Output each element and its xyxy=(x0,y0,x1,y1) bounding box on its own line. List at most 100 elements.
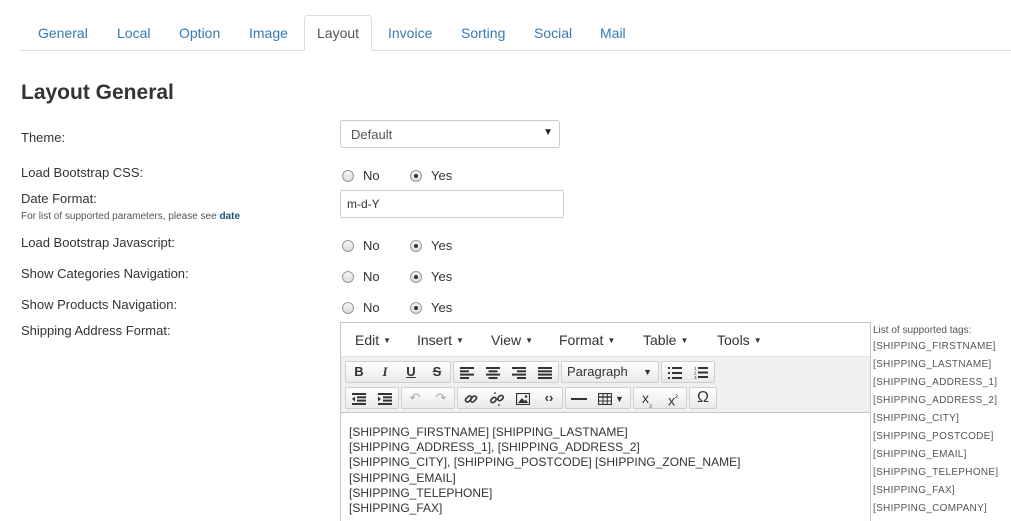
align-right-icon[interactable] xyxy=(506,362,532,382)
tag-item: [SHIPPING_COMPANY] xyxy=(873,503,988,514)
content-line: [SHIPPING_EMAIL] xyxy=(349,470,456,485)
tag-item: [SHIPPING_POSTCODE] xyxy=(873,431,994,442)
content-line: [SHIPPING_FIRSTNAME] [SHIPPING_LASTNAME] xyxy=(349,425,628,439)
load-bootstrap-css-label: Load Bootstrap CSS: xyxy=(21,165,144,180)
caret-down-icon: ▼ xyxy=(525,336,534,345)
caret-down-icon: ▼ xyxy=(643,367,652,377)
tag-item: [SHIPPING_LASTNAME] xyxy=(873,359,992,370)
shipping-address-editor: Edit ▼ Insert ▼ View ▼ Format ▼ Table ▼ Tools… xyxy=(340,322,871,521)
caret-down-icon: ▼ xyxy=(383,336,392,345)
svg-text:3: 3 xyxy=(694,375,697,379)
tab-local[interactable]: Local xyxy=(105,15,162,51)
radio-checked-icon xyxy=(410,170,422,182)
editor-content[interactable]: [SHIPPING_FIRSTNAME] [SHIPPING_LASTNAME]… xyxy=(349,425,740,516)
menu-tools[interactable]: Tools ▼ xyxy=(717,332,762,348)
caret-down-icon: ▼ xyxy=(607,336,616,345)
radio-icon xyxy=(342,302,354,314)
tab-sorting[interactable]: Sorting xyxy=(449,15,517,51)
menu-insert[interactable]: Insert ▼ xyxy=(417,332,464,348)
strikethrough-icon[interactable]: S xyxy=(424,362,450,382)
theme-select[interactable]: Default ▼ xyxy=(340,120,560,148)
load-bootstrap-js-label: Load Bootstrap Javascript: xyxy=(21,235,175,250)
script-group: x₂ x² xyxy=(633,387,687,409)
menu-format[interactable]: Format ▼ xyxy=(559,332,615,348)
special-character-icon[interactable]: Ω xyxy=(690,388,716,408)
theme-label: Theme: xyxy=(21,130,66,145)
caret-down-icon: ▼ xyxy=(456,336,464,345)
tab-image[interactable]: Image xyxy=(237,15,300,51)
tab-invoice[interactable]: Invoice xyxy=(376,15,444,51)
chevron-down-icon: ▼ xyxy=(543,127,553,138)
menu-edit[interactable]: Edit ▼ xyxy=(355,332,391,348)
table-icon[interactable]: ▼ xyxy=(592,388,630,408)
tag-item: [SHIPPING_TELEPHONE] xyxy=(873,467,999,478)
align-left-icon[interactable] xyxy=(454,362,480,382)
date-docs-link[interactable]: date xyxy=(219,211,240,222)
radio-checked-icon xyxy=(410,302,422,314)
caret-down-icon: ▼ xyxy=(680,336,689,345)
align-center-icon[interactable] xyxy=(480,362,506,382)
bold-icon[interactable]: B xyxy=(346,362,372,382)
date-format-label: Date Format: xyxy=(21,191,97,206)
caret-down-icon: ▼ xyxy=(615,394,624,404)
link-icon[interactable] xyxy=(458,388,484,408)
tab-social[interactable]: Social xyxy=(522,15,584,51)
unlink-icon[interactable] xyxy=(484,388,510,408)
content-line: [SHIPPING_TELEPHONE] xyxy=(349,485,493,500)
editor-menubar: Edit ▼ Insert ▼ View ▼ Format ▼ Table ▼ Tools… xyxy=(341,323,870,357)
supported-tags-list: List of supported tags: [SHIPPING_FIRSTN… xyxy=(873,324,1011,518)
tab-layout[interactable]: Layout xyxy=(304,15,373,51)
radio-checked-icon xyxy=(410,271,422,283)
settings-tabs: General Local Option Image Layout Invoic… xyxy=(20,15,1011,51)
tag-item: [SHIPPING_ADDRESS_1] xyxy=(873,377,998,388)
shipping-address-format-label: Shipping Address Format: xyxy=(21,323,171,338)
theme-select-value: Default xyxy=(351,127,393,142)
block-format-select[interactable]: Paragraph ▼ xyxy=(561,361,659,383)
tab-mail[interactable]: Mail xyxy=(588,15,638,51)
subscript-icon[interactable]: x₂ xyxy=(634,388,660,409)
tag-item: [SHIPPING_EMAIL] xyxy=(873,449,967,460)
content-line: [SHIPPING_CITY], [SHIPPING_POSTCODE] [SH… xyxy=(349,455,741,470)
text-style-group: B I U S xyxy=(345,361,451,383)
outdent-icon[interactable] xyxy=(346,388,372,408)
history-group: ↶ ↷ xyxy=(401,387,455,409)
radio-icon xyxy=(342,170,354,182)
menu-view[interactable]: View ▼ xyxy=(491,332,533,348)
supported-tags-heading: List of supported tags: xyxy=(873,325,972,336)
charmap-group: Ω xyxy=(689,387,717,409)
tag-item: [SHIPPING_CITY] xyxy=(873,413,960,424)
undo-icon[interactable]: ↶ xyxy=(402,388,428,408)
code-icon[interactable]: ‹› xyxy=(536,388,562,408)
bullet-list-icon[interactable] xyxy=(662,362,688,382)
insert-group: ‹› xyxy=(457,387,563,409)
editor-toolbar: B I U S Paragraph ▼ 123 ↶ ↷ ‹› ▼ x₂ x² Ω xyxy=(341,357,870,413)
horizontal-rule-icon[interactable] xyxy=(566,388,592,408)
indent-icon[interactable] xyxy=(372,388,398,408)
menu-table[interactable]: Table ▼ xyxy=(643,332,688,348)
tab-option[interactable]: Option xyxy=(167,15,232,51)
underline-icon[interactable]: U xyxy=(398,362,424,382)
radio-icon xyxy=(342,240,354,252)
tag-item: [SHIPPING_FIRSTNAME] xyxy=(873,341,996,352)
redo-icon[interactable]: ↷ xyxy=(428,388,454,408)
superscript-icon[interactable]: x² xyxy=(660,388,686,409)
indent-group xyxy=(345,387,399,409)
section-title: Layout General xyxy=(21,81,174,104)
hr-table-group: ▼ xyxy=(565,387,631,409)
date-format-hint: For list of supported parameters, please… xyxy=(21,211,240,222)
show-products-nav-label: Show Products Navigation: xyxy=(21,297,178,312)
image-icon[interactable] xyxy=(510,388,536,408)
tab-general[interactable]: General xyxy=(26,15,100,51)
tag-item: [SHIPPING_ADDRESS_2] xyxy=(873,395,998,406)
list-group: 123 xyxy=(661,361,715,383)
content-line: [SHIPPING_ADDRESS_1], [SHIPPING_ADDRESS_… xyxy=(349,440,640,455)
caret-down-icon: ▼ xyxy=(753,336,762,345)
tag-item: [SHIPPING_FAX] xyxy=(873,485,956,496)
numbered-list-icon[interactable]: 123 xyxy=(688,362,714,382)
show-categories-nav-label: Show Categories Navigation: xyxy=(21,266,189,281)
date-format-input[interactable]: m-d-Y xyxy=(340,190,564,218)
align-justify-icon[interactable] xyxy=(532,362,558,382)
italic-icon[interactable]: I xyxy=(372,362,398,382)
radio-checked-icon xyxy=(410,240,422,252)
align-group xyxy=(453,361,559,383)
